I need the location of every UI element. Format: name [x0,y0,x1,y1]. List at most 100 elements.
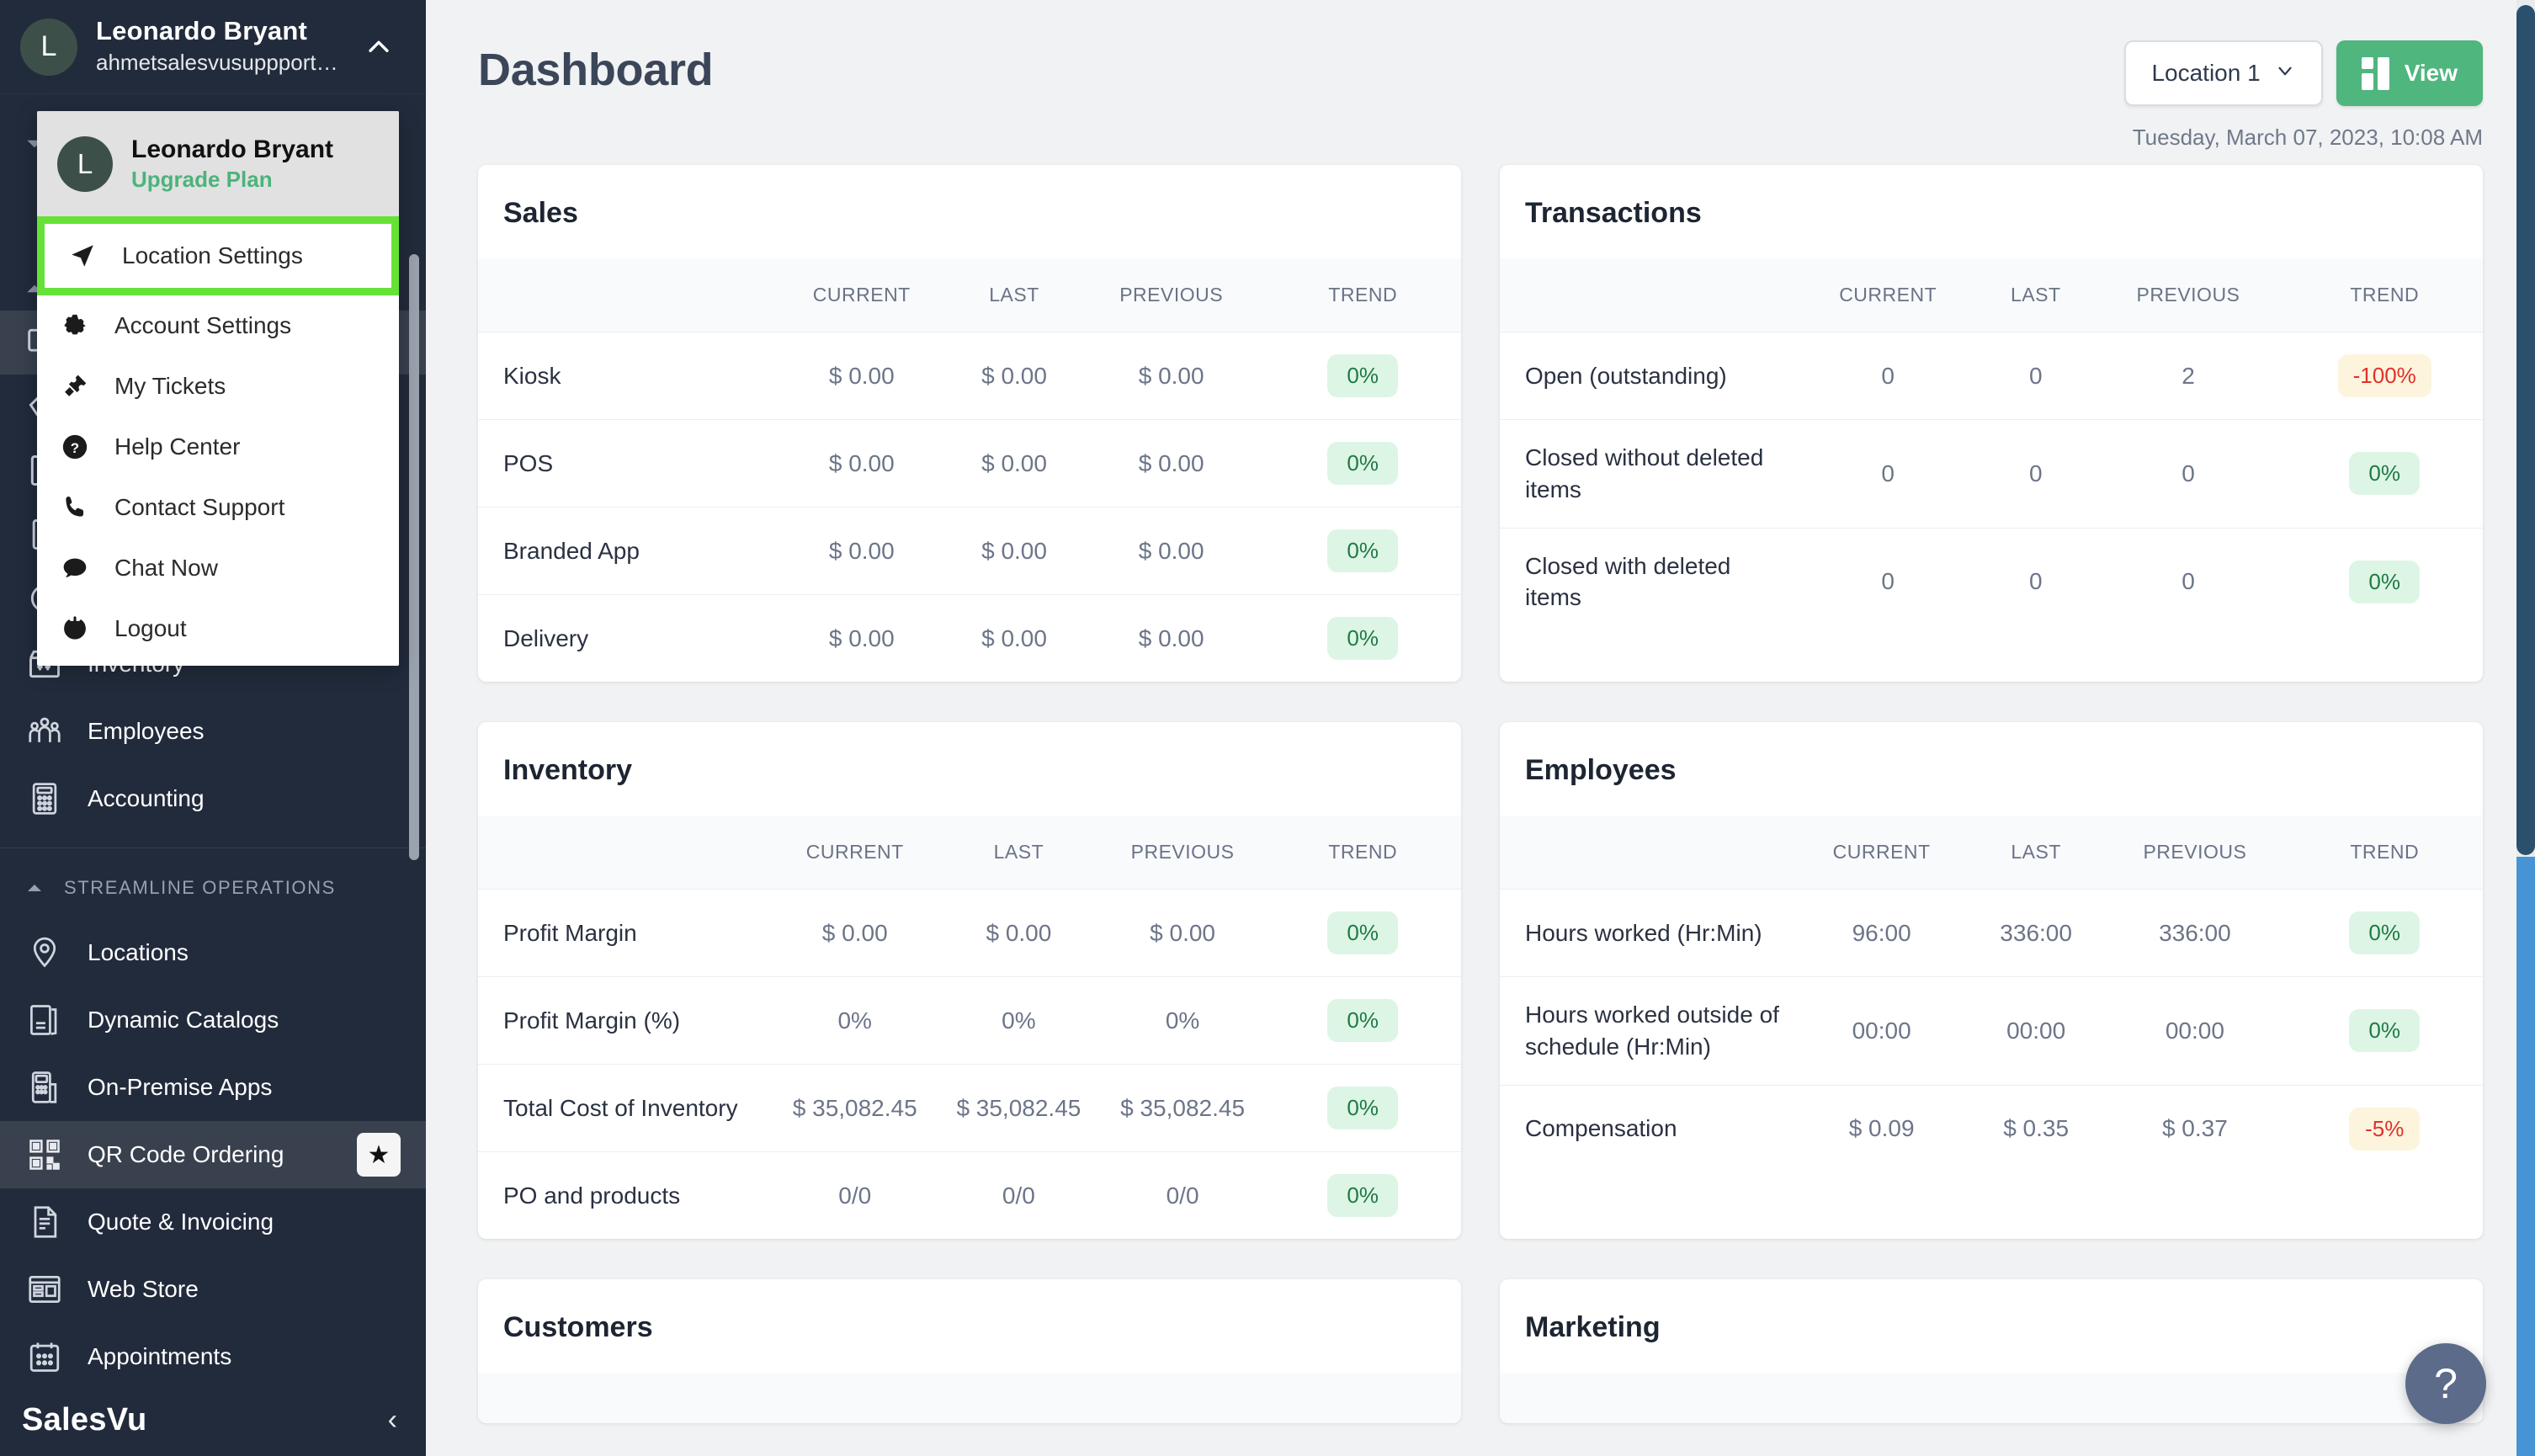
chat-bubble-icon [57,554,93,582]
people-group-icon [24,710,66,752]
grid-icon [2362,57,2389,90]
row-label: Hours worked (Hr:Min) [1500,890,1794,977]
sidebar-item-label: Web Store [88,1276,199,1303]
sidebar-item-quote-invoicing[interactable]: Quote & Invoicing [0,1188,426,1256]
col-current: CURRENT [1794,258,1981,332]
calendar-icon [24,1336,66,1378]
table-header-row: CURRENT LAST PREVIOUS TREND [478,816,1461,890]
row-label: Branded App [478,507,773,595]
menu-item-label: Account Settings [114,312,291,339]
question-mark-icon: ? [2434,1359,2458,1408]
sidebar-item-appointments[interactable]: Appointments [0,1323,426,1390]
row-label: Hours worked outside of schedule (Hr:Min… [1500,977,1794,1086]
menu-item-chat-now[interactable]: Chat Now [37,538,399,598]
menu-item-logout[interactable]: Logout [37,598,399,659]
table-transactions: CURRENT LAST PREVIOUS TREND Open (outsta… [1500,258,2483,635]
col-trend [1264,1373,1461,1423]
cell-previous: 0 [2091,420,2287,529]
page-scrollbar-thumb[interactable] [2516,5,2535,855]
sidebar-item-label: Dynamic Catalogs [88,1007,279,1034]
page-scrollbar[interactable] [2516,0,2535,1456]
cell-current: 0/0 [773,1152,937,1240]
catalog-icon [24,999,66,1041]
upgrade-plan-link[interactable]: Upgrade Plan [131,167,333,193]
cell-current: 00:00 [1794,977,1969,1086]
terminal-device-icon [24,1066,66,1108]
help-button[interactable]: ? [2405,1343,2486,1424]
star-icon[interactable]: ★ [357,1133,401,1177]
table-row: Closed without deleted items0000% [1500,420,2483,529]
sidebar-scrollbar-track[interactable] [412,126,422,1296]
menu-item-label: Contact Support [114,494,284,521]
menu-item-help-center[interactable]: ? Help Center [37,417,399,477]
cell-current: $ 0.00 [773,420,950,507]
cell-trend: 0% [1264,977,1461,1065]
view-button[interactable]: View [2336,40,2483,106]
card-sales: Sales CURRENT LAST PREVIOUS TREND Kiosk$… [478,165,1461,682]
sidebar-scrollbar-thumb[interactable] [409,254,419,860]
sidebar-item-web-store[interactable]: Web Store [0,1256,426,1323]
sidebar-item-on-premise-apps[interactable]: On-Premise Apps [0,1054,426,1121]
qr-code-icon [24,1134,66,1176]
sidebar-item-label: QR Code Ordering [88,1141,284,1168]
menu-item-my-tickets[interactable]: My Tickets [37,356,399,417]
user-menu-header: L Leonardo Bryant Upgrade Plan [37,111,399,216]
cell-previous: $ 0.00 [1101,890,1265,977]
cell-last: 336:00 [1969,890,2103,977]
sidebar-user-header[interactable]: L Leonardo Bryant ahmetsalesvusuppport@s… [0,0,426,94]
card-transactions: Transactions CURRENT LAST PREVIOUS TREND… [1500,165,2483,682]
sidebar-item-dynamic-catalogs[interactable]: Dynamic Catalogs [0,986,426,1054]
menu-item-label: Chat Now [114,555,218,582]
table-row: Closed with deleted items0000% [1500,528,2483,635]
row-label: PO and products [478,1152,773,1240]
table-row: Branded App$ 0.00$ 0.00$ 0.000% [478,507,1461,595]
row-label: Kiosk [478,332,773,420]
chevron-up-icon[interactable] [360,33,397,61]
sidebar-item-locations[interactable]: Locations [0,919,426,986]
cell-previous: 336:00 [2103,890,2286,977]
navigation-arrow-icon [65,242,100,270]
table-row: PO and products0/00/00/00% [478,1152,1461,1240]
cell-last: $ 0.00 [950,507,1078,595]
cell-current: 0 [1794,332,1981,420]
col-trend: TREND [2286,816,2483,890]
timestamp: Tuesday, March 07, 2023, 10:08 AM [2124,125,2483,151]
cell-trend: 0% [1264,595,1461,683]
cell-trend: 0% [1264,1152,1461,1240]
chevron-left-icon[interactable]: ‹ [388,1404,397,1437]
status-badge: -100% [2338,354,2431,397]
menu-item-contact-support[interactable]: Contact Support [37,477,399,538]
location-selector[interactable]: Location 1 [2124,40,2322,106]
status-badge: 0% [1327,442,1398,485]
cell-current: 0 [1794,528,1981,635]
card-customers: Customers [478,1279,1461,1423]
col-blank [478,816,773,890]
sidebar-item-label: On-Premise Apps [88,1074,272,1101]
table-header-row: CURRENT LAST PREVIOUS TREND [478,258,1461,332]
avatar: L [57,136,113,192]
sidebar-item-employees[interactable]: Employees [0,698,426,765]
table-row: POS$ 0.00$ 0.00$ 0.000% [478,420,1461,507]
cell-previous: $ 35,082.45 [1101,1065,1265,1152]
phone-icon [57,493,93,522]
col-blank [1500,1373,1794,1423]
card-employees: Employees CURRENT LAST PREVIOUS TREND Ho… [1500,722,2483,1239]
col-blank [478,1373,773,1423]
cell-last: $ 0.00 [950,595,1078,683]
main-content: Dashboard Location 1 View Tuesday, March… [426,0,2535,1456]
sidebar-item-accounting[interactable]: Accounting [0,765,426,832]
menu-item-account-settings[interactable]: Account Settings [37,295,399,356]
cell-previous: 0% [1101,977,1265,1065]
map-pin-icon [24,932,66,974]
cell-current: $ 0.00 [773,332,950,420]
power-icon [57,614,93,643]
sidebar-user-meta: Leonardo Bryant ahmetsalesvusuppport@sal… [96,16,342,77]
menu-item-location-settings[interactable]: Location Settings [45,224,391,288]
sidebar-item-qr-code-ordering[interactable]: QR Code Ordering ★ [0,1121,426,1188]
col-previous: PREVIOUS [1078,258,1265,332]
cell-current: 96:00 [1794,890,1969,977]
page-scrollbar-track-highlight[interactable] [2516,857,2535,1456]
sidebar-group-streamline-operations[interactable]: STREAMLINE OPERATIONS [0,857,426,919]
status-badge: 0% [2349,911,2420,954]
cell-last: $ 0.00 [937,890,1101,977]
